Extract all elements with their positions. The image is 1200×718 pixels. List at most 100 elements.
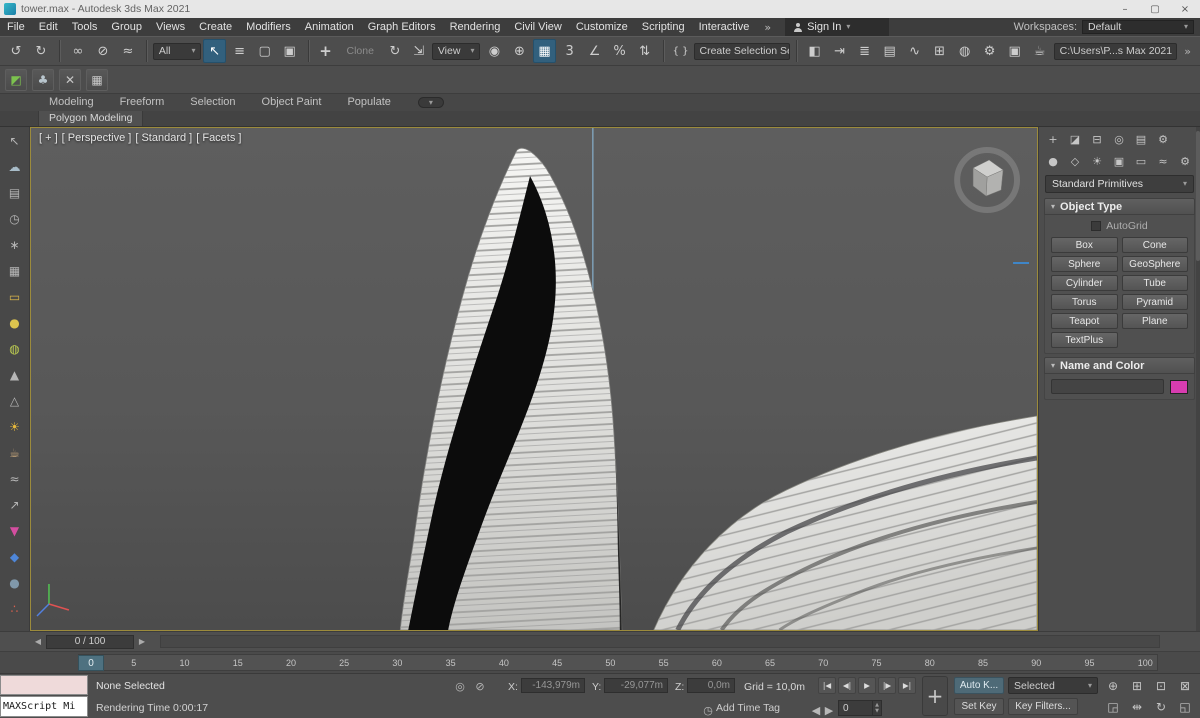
- scene-tools-icon[interactable]: ✕: [59, 69, 81, 91]
- selection-region-icon[interactable]: ▢: [253, 39, 277, 63]
- set-keys-button[interactable]: +: [922, 676, 948, 716]
- primitive-button[interactable]: Pyramid: [1122, 294, 1189, 310]
- lights-icon[interactable]: ☀: [1087, 151, 1107, 171]
- rendered-frame-icon[interactable]: ▣: [1003, 39, 1027, 63]
- particle-flow-icon[interactable]: ◩: [5, 69, 27, 91]
- autogrid-checkbox[interactable]: [1091, 221, 1101, 231]
- time-tick[interactable]: 25: [339, 658, 349, 668]
- select-and-link-icon[interactable]: ∞: [66, 39, 90, 63]
- orbit-icon[interactable]: ↻: [1150, 698, 1172, 715]
- close-button[interactable]: ×: [1170, 0, 1200, 18]
- hierarchy-tab-icon[interactable]: ⊟: [1087, 129, 1107, 149]
- name-and-color-rollout-header[interactable]: ▾ Name and Color: [1044, 357, 1195, 374]
- selection-set-dropdown[interactable]: Create Selection Se ▾: [694, 43, 790, 60]
- time-tick[interactable]: 100: [1138, 658, 1153, 668]
- wave-icon[interactable]: ≈: [4, 467, 26, 490]
- menu-item[interactable]: Create: [192, 18, 239, 36]
- menu-item[interactable]: Animation: [298, 18, 361, 36]
- panel-scrollbar-thumb[interactable]: [1196, 131, 1200, 261]
- menu-item[interactable]: Tools: [65, 18, 105, 36]
- material-editor-icon[interactable]: ◍: [953, 39, 977, 63]
- zoom-extents-all-icon[interactable]: ⊠: [1174, 677, 1196, 694]
- frame-back-icon[interactable]: ◀: [30, 635, 46, 649]
- primitive-button[interactable]: Tube: [1122, 275, 1189, 291]
- shapes-icon[interactable]: ◇: [1065, 151, 1085, 171]
- menu-item[interactable]: Civil View: [507, 18, 568, 36]
- named-selection-sets-icon[interactable]: { }: [670, 39, 692, 63]
- primitive-button[interactable]: Plane: [1122, 313, 1189, 329]
- motion-tab-icon[interactable]: ◎: [1109, 129, 1129, 149]
- object-color-swatch[interactable]: [1170, 380, 1188, 394]
- mirror-icon[interactable]: ◧: [803, 39, 827, 63]
- isolate-selection-icon[interactable]: ◎: [452, 678, 468, 694]
- select-by-name-icon[interactable]: ≡: [228, 39, 252, 63]
- time-slider-handle[interactable]: 0: [78, 655, 104, 671]
- clock-icon[interactable]: ◷: [4, 207, 26, 230]
- object-name-input[interactable]: [1051, 379, 1164, 394]
- helpers-icon[interactable]: ▭: [1131, 151, 1151, 171]
- pan-icon[interactable]: ⇹: [1126, 698, 1148, 715]
- select-cursor-icon[interactable]: ↖: [4, 129, 26, 152]
- primitive-button[interactable]: TextPlus: [1051, 332, 1118, 348]
- window-crossing-icon[interactable]: ▣: [278, 39, 302, 63]
- reference-coordinate-dropdown[interactable]: View ▾: [432, 43, 481, 60]
- primitive-category-dropdown[interactable]: Standard Primitives ▾: [1045, 175, 1194, 193]
- viewport-menu[interactable]: [ Facets ]: [196, 132, 241, 144]
- time-tick[interactable]: 20: [286, 658, 296, 668]
- frame-spinner[interactable]: ▲ ▼: [872, 701, 881, 715]
- zoom-extents-icon[interactable]: ⊡: [1150, 677, 1172, 694]
- minimize-button[interactable]: –: [1110, 0, 1140, 18]
- select-and-manipulate-icon[interactable]: ⊕: [507, 39, 531, 63]
- previous-frame-icon[interactable]: ◀|: [838, 677, 856, 694]
- select-and-scale-icon[interactable]: ⇲: [408, 39, 430, 63]
- current-frame-field[interactable]: 0 ▲ ▼: [838, 700, 882, 716]
- add-time-tag[interactable]: Add Time Tag: [716, 702, 780, 714]
- time-tick[interactable]: 65: [765, 658, 775, 668]
- time-tick[interactable]: 70: [818, 658, 828, 668]
- go-to-end-icon[interactable]: ▶|: [898, 677, 916, 694]
- tab-polygon-modeling[interactable]: Polygon Modeling: [38, 111, 143, 126]
- sun-icon[interactable]: ☀: [4, 415, 26, 438]
- layer-explorer-icon[interactable]: ≣: [853, 39, 877, 63]
- systems-icon[interactable]: ⚙: [1175, 151, 1195, 171]
- previous-key-icon[interactable]: ◀: [810, 702, 822, 718]
- geosphere-icon[interactable]: ◍: [4, 337, 26, 360]
- time-tick[interactable]: 40: [499, 658, 509, 668]
- align-icon[interactable]: ⇥: [828, 39, 852, 63]
- next-frame-icon[interactable]: |▶: [878, 677, 896, 694]
- spinner-snap-icon[interactable]: ⇅: [633, 39, 657, 63]
- curve-editor-icon[interactable]: ∿: [903, 39, 927, 63]
- auto-key-button[interactable]: Auto K...: [954, 677, 1004, 694]
- primitive-button[interactable]: Cylinder: [1051, 275, 1118, 291]
- select-object-icon[interactable]: ↖: [203, 39, 225, 63]
- menu-item[interactable]: Rendering: [443, 18, 508, 36]
- create-tab-icon[interactable]: +: [1043, 129, 1063, 149]
- unlink-selection-icon[interactable]: ⊘: [91, 39, 115, 63]
- key-filters-button[interactable]: Key Filters...: [1008, 698, 1078, 715]
- selection-filter-dropdown[interactable]: All ▾: [153, 43, 202, 60]
- cone-icon[interactable]: ▲: [4, 363, 26, 386]
- spinner-down-icon[interactable]: ▼: [875, 708, 879, 714]
- time-tick[interactable]: 15: [233, 658, 243, 668]
- workspace-dropdown[interactable]: Default ▾: [1082, 20, 1194, 34]
- select-and-rotate-icon[interactable]: ↻: [384, 39, 406, 63]
- play-icon[interactable]: ▶: [858, 677, 876, 694]
- spray-icon[interactable]: ∗: [4, 233, 26, 256]
- zoom-all-icon[interactable]: ⊞: [1126, 677, 1148, 694]
- primitive-button[interactable]: Sphere: [1051, 256, 1118, 272]
- panel-icon[interactable]: ▤: [4, 181, 26, 204]
- menu-item[interactable]: Customize: [569, 18, 635, 36]
- geometry-icon[interactable]: ●: [1043, 151, 1063, 171]
- primitive-button[interactable]: GeoSphere: [1122, 256, 1189, 272]
- time-tick[interactable]: 45: [552, 658, 562, 668]
- selection-set-key-dropdown[interactable]: Selected ▾: [1008, 677, 1098, 694]
- project-folder-dropdown[interactable]: C:\Users\P...s Max 2021 ▾: [1054, 43, 1178, 60]
- x-coordinate-field[interactable]: -143,979m: [521, 678, 585, 693]
- plane-icon[interactable]: ▭: [4, 285, 26, 308]
- color-dots-icon[interactable]: ∴: [4, 597, 26, 620]
- snap-toggle-3d-icon[interactable]: 3: [558, 39, 582, 63]
- keyboard-override-icon[interactable]: ▦: [533, 39, 555, 63]
- primitive-button[interactable]: Cone: [1122, 237, 1189, 253]
- maxscript-listener-field[interactable]: MAXScript Mi: [0, 696, 88, 717]
- maximize-button[interactable]: ▢: [1140, 0, 1170, 18]
